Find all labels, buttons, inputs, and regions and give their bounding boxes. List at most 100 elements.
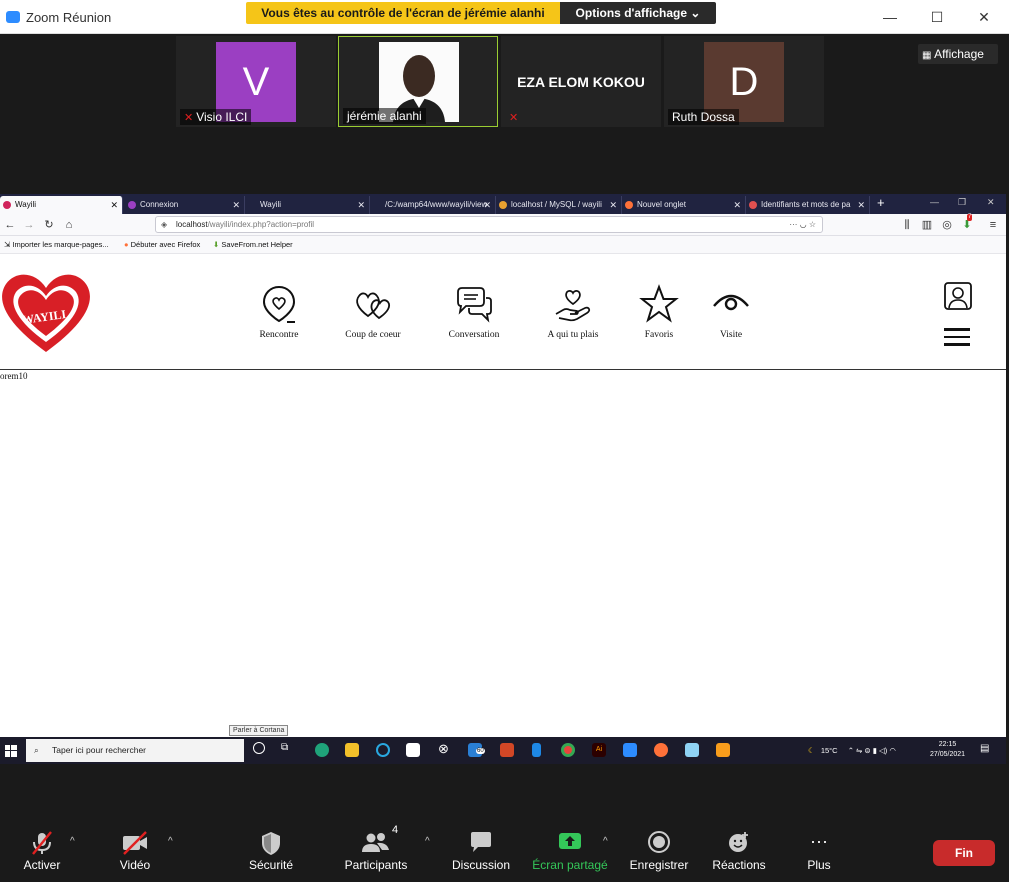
nav-conversation[interactable]: Conversation <box>429 284 519 340</box>
tab-phpmyadmin[interactable]: localhost / MySQL / wayili ✕ <box>496 196 622 214</box>
participant-tile-active[interactable]: jérémie alanhi <box>338 36 498 127</box>
record-button[interactable]: Enregistrer <box>614 830 704 872</box>
hamburger-menu-icon[interactable] <box>944 328 970 348</box>
file-explorer-icon[interactable] <box>345 743 359 757</box>
favicon-icon <box>499 201 507 209</box>
wayili-logo[interactable]: WAYILI <box>0 268 92 354</box>
office-icon[interactable] <box>500 743 514 757</box>
tab-credentials[interactable]: Identifiants et mots de pa ✕ <box>746 196 870 214</box>
cortana-app-icon[interactable] <box>376 743 390 757</box>
chat-bubbles-icon <box>457 287 492 323</box>
participant-name: Ruth Dossa <box>668 109 739 125</box>
home-icon[interactable]: ⌂ <box>62 217 76 233</box>
close-tab-icon[interactable]: ✕ <box>357 196 365 214</box>
video-button[interactable]: Vidéo <box>90 830 180 872</box>
shared-screen[interactable]: Wayili ✕ Connexion ✕ Wayili ✕ /C:/wamp64… <box>0 194 1006 764</box>
close-tab-icon[interactable]: ✕ <box>857 196 865 214</box>
cortana-tooltip: Parler à Cortana <box>229 725 289 736</box>
xbox-icon[interactable]: ⊗ <box>438 741 449 757</box>
participants-button[interactable]: 4 Participants <box>331 824 421 872</box>
tab-file-view[interactable]: /C:/wamp64/www/wayili/view ✕ <box>370 196 496 214</box>
share-screen-button[interactable]: Écran partagé <box>525 830 615 872</box>
close-tab-icon[interactable]: ✕ <box>232 196 240 214</box>
notepad-icon[interactable] <box>685 743 699 757</box>
illustrator-icon[interactable]: Ai <box>592 743 606 757</box>
close-tab-icon[interactable]: ✕ <box>110 196 118 214</box>
participant-tile[interactable]: EZA ELOM KOKOU ✕ <box>501 36 661 127</box>
reload-icon[interactable]: ↻ <box>42 217 56 233</box>
notifications-icon[interactable]: ▤ <box>980 743 989 754</box>
participants-options-caret-icon[interactable]: ^ <box>425 836 430 847</box>
cortana-icon[interactable] <box>253 742 265 754</box>
zoom-logo-icon <box>6 11 20 23</box>
page-actions-icon[interactable]: ··· ◡ ☆ <box>789 217 816 232</box>
participants-icon: 4 <box>331 824 421 856</box>
close-icon[interactable]: ✕ <box>974 8 994 26</box>
bookmark-savefrom[interactable]: ⬇ SaveFrom.net Helper <box>213 240 293 249</box>
windows-start-icon[interactable] <box>5 744 17 757</box>
firefox-app-icon[interactable] <box>654 743 668 757</box>
reactions-button[interactable]: Réactions <box>694 830 784 872</box>
tab-new[interactable]: Nouvel onglet ✕ <box>622 196 746 214</box>
nav-rencontre[interactable]: Rencontre <box>234 284 324 340</box>
taskbar-clock[interactable]: 22:15 27/05/2021 <box>930 740 965 760</box>
close-tab-icon[interactable]: ✕ <box>483 196 491 214</box>
firefox-icon: ● <box>124 240 129 249</box>
favicon-icon <box>749 201 757 209</box>
nav-a-qui-tu-plais[interactable]: A qui tu plais <box>528 284 618 340</box>
taskbar-search-input[interactable]: ⌕ Taper ici pour rechercher <box>26 739 244 762</box>
nav-coup-de-coeur[interactable]: Coup de coeur <box>328 284 418 340</box>
sublime-icon[interactable] <box>716 743 730 757</box>
zoom-app-icon[interactable] <box>623 743 637 757</box>
security-button[interactable]: Sécurité <box>226 830 316 872</box>
close-icon[interactable]: ✕ <box>987 197 995 208</box>
participant-tile[interactable]: V ✕ Visio ILCI <box>176 36 336 127</box>
participant-tile[interactable]: D Ruth Dossa <box>664 36 824 127</box>
share-screen-icon <box>525 830 615 856</box>
end-meeting-button[interactable]: Fin <box>933 840 995 866</box>
system-tray: ☾ 15°C ⌃ ⇋ ⊜ ▮ ◁) ◠ <box>808 737 896 764</box>
participants-count: 4 <box>392 824 399 836</box>
close-tab-icon[interactable]: ✕ <box>733 196 741 214</box>
close-tab-icon[interactable]: ✕ <box>609 196 617 214</box>
download-icon[interactable]: ⬇ 7 <box>960 214 974 233</box>
bookmark-import[interactable]: ⇲ Importer les marque-pages... <box>4 240 109 249</box>
back-arrow-icon[interactable]: ← <box>3 217 17 233</box>
store-icon[interactable] <box>406 743 420 757</box>
tab-connexion[interactable]: Connexion ✕ <box>125 196 245 214</box>
chrome-icon[interactable] <box>561 743 575 757</box>
view-button[interactable]: ▦ Affichage <box>918 44 998 64</box>
forward-arrow-icon[interactable]: → <box>22 217 36 233</box>
nav-visite[interactable]: Visite <box>686 284 776 340</box>
favicon-icon <box>128 201 136 209</box>
firefox-favicon-icon <box>625 201 633 209</box>
minimize-icon[interactable]: — <box>930 197 939 207</box>
chat-button[interactable]: Discussion <box>436 830 526 872</box>
library-icon[interactable]: ⫼ <box>900 217 914 233</box>
tray-icons[interactable]: ⌃ ⇋ ⊜ ▮ ◁) ◠ <box>848 746 896 755</box>
mail-badge: 60 <box>476 748 485 754</box>
window-title: Zoom Réunion <box>26 10 112 25</box>
new-tab-button[interactable]: + <box>877 195 885 210</box>
view-options-button[interactable]: Options d'affichage ⌄ <box>560 2 716 24</box>
video-options-caret-icon[interactable]: ^ <box>168 836 173 847</box>
audio-options-caret-icon[interactable]: ^ <box>70 836 75 847</box>
restore-icon[interactable]: ❐ <box>958 197 966 208</box>
menu-icon[interactable]: ≡ <box>986 217 1000 233</box>
share-options-caret-icon[interactable]: ^ <box>603 836 608 847</box>
minimize-icon[interactable]: — <box>880 8 900 26</box>
user-profile-icon[interactable] <box>944 282 972 310</box>
file-icon[interactable] <box>532 743 541 757</box>
tab-wayili-2[interactable]: Wayili ✕ <box>245 196 370 214</box>
more-button[interactable]: ··· Plus <box>774 830 864 872</box>
tab-wayili[interactable]: Wayili ✕ <box>0 196 123 214</box>
url-bar[interactable]: ◈ localhost/wayili/index.php?action=prof… <box>155 216 823 233</box>
account-icon[interactable]: ◎ <box>940 217 954 233</box>
participant-gallery: V ✕ Visio ILCI jérémie alanhi EZA ELOM KO… <box>0 34 1009 194</box>
bookmark-firefox[interactable]: ● Débuter avec Firefox <box>124 240 200 249</box>
maximize-icon[interactable]: ☐ <box>927 8 947 26</box>
task-view-icon[interactable]: ⧉ <box>281 742 288 753</box>
mail-icon[interactable]: 60 <box>468 743 485 757</box>
edge-icon[interactable] <box>315 743 329 757</box>
sidebar-icon[interactable]: ▥ <box>920 217 934 233</box>
